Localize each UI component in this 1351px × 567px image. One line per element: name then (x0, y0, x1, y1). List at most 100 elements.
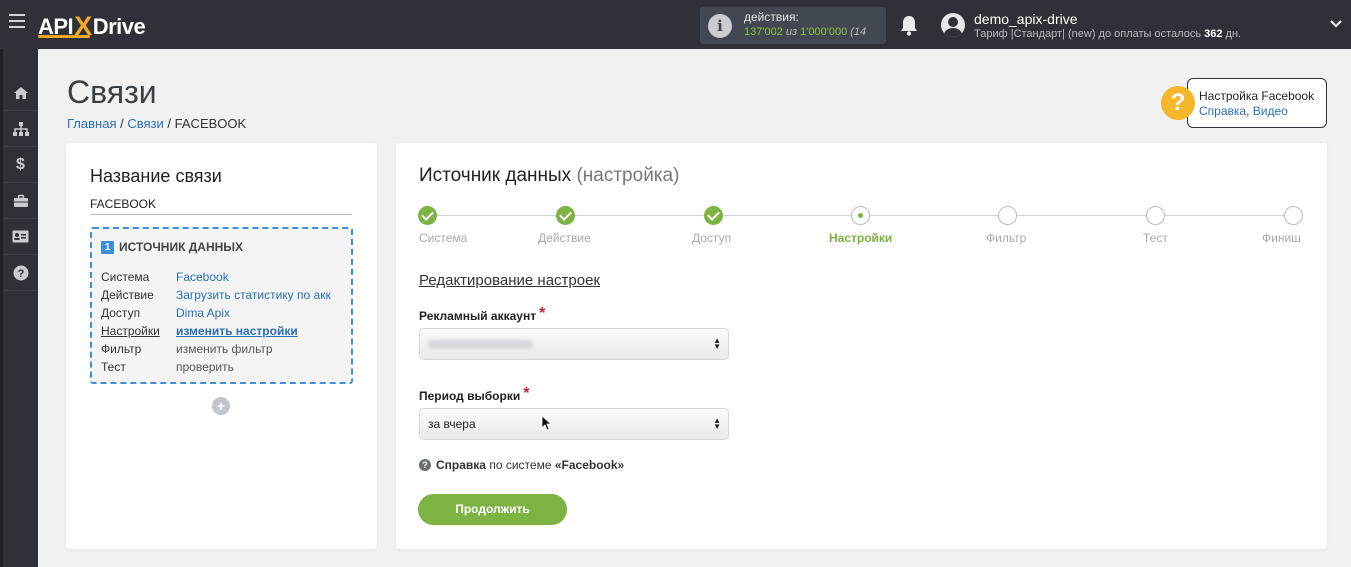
help-comma: , (1246, 104, 1250, 118)
actions-label: действия: (744, 10, 799, 24)
source-row-key: Доступ (101, 306, 141, 320)
source-row-value[interactable]: изменить настройки (176, 324, 298, 338)
step-dot-filter (998, 206, 1017, 225)
help-links: Справка, Видео (1199, 104, 1288, 118)
page-title: Связи (67, 74, 157, 110)
continue-button[interactable]: Продолжить (418, 494, 567, 525)
step-dot-access[interactable] (704, 206, 723, 225)
source-row-action: Действие Загрузить статистику по акк (101, 288, 337, 302)
select-arrows-icon: ▲ ▼ (713, 336, 721, 351)
source-row-access: Доступ Dima Apix (101, 306, 230, 320)
period-select[interactable]: за вчера ▲ ▼ (419, 408, 729, 440)
step-number-badge: 1 (101, 240, 114, 254)
chevron-down-icon[interactable] (1330, 18, 1342, 30)
source-row-key: Действие (101, 288, 154, 302)
logo-underline (38, 35, 90, 38)
blurred-value (428, 340, 533, 350)
plan-info: Тариф |Стандарт| (new) до оплаты осталос… (974, 28, 1241, 40)
breadcrumb-separator: / (167, 116, 172, 131)
breadcrumb-separator: / (120, 116, 124, 131)
svg-text:?: ? (17, 268, 24, 280)
breadcrumb-links[interactable]: Связи (127, 116, 163, 131)
step-label-filter: Фильтр (986, 231, 1027, 245)
actions-used: 137'002 (744, 26, 783, 38)
select-arrows-icon: ▲ ▼ (713, 416, 721, 431)
source-row-key: Фильтр (101, 342, 142, 356)
step-dot-test (1146, 206, 1165, 225)
plan-text: Тариф |Стандарт| (new) до оплаты осталос… (974, 28, 1202, 40)
actions-total: 1'000'000 (800, 26, 848, 38)
source-row-key: Тест (101, 360, 126, 374)
period-label: Период выборки * (419, 385, 530, 405)
breadcrumb: Главная / Связи / FACEBOOK (67, 116, 246, 131)
step-dot-system[interactable] (418, 206, 437, 225)
source-row-value[interactable]: Загрузить статистику по акк (176, 288, 331, 302)
step-label-test: Тест (1143, 231, 1168, 245)
ad-account-label: Рекламный аккаунт * (419, 305, 546, 325)
add-block-button[interactable]: + (212, 397, 230, 415)
source-row-settings: Настройки изменить настройки (101, 324, 298, 338)
connection-name-title: Название связи (90, 166, 222, 186)
help-title: Настройка Facebook (1199, 89, 1315, 103)
system-help-line: ? Справка по системе «Facebook» (419, 458, 624, 472)
help-box (1187, 78, 1327, 128)
system-help-link[interactable]: Справка (436, 458, 486, 472)
actions-extra: (14 (850, 26, 867, 38)
step-label-settings[interactable]: Настройки (829, 231, 892, 245)
source-row-value[interactable]: Facebook (176, 270, 229, 284)
top-bar: APIXDrive i действия: 137'002 из 1'000'0… (0, 0, 1351, 49)
ad-account-select[interactable]: ▲ ▼ (419, 328, 729, 360)
source-row-value[interactable]: изменить фильтр (176, 342, 273, 356)
actions-counter[interactable]: i действия: 137'002 из 1'000'000 (14 (700, 7, 886, 44)
edit-settings-title: Редактирование настроек (419, 272, 601, 289)
source-row-key: Система (101, 270, 150, 284)
ad-account-label-text: Рекламный аккаунт (419, 309, 537, 323)
user-avatar-icon[interactable] (941, 13, 965, 37)
settings-title: Источник данных (настройка) (419, 165, 679, 187)
source-row-key: Настройки (101, 324, 160, 338)
required-mark: * (523, 385, 530, 402)
connection-name-input[interactable]: FACEBOOK (90, 197, 352, 215)
help-link-video[interactable]: Видео (1253, 104, 1288, 118)
source-row-value[interactable]: проверить (176, 360, 234, 374)
source-row-value[interactable]: Dima Apix (176, 306, 230, 320)
dollar-icon[interactable]: $ (3, 147, 38, 183)
help-link-reference[interactable]: Справка (1199, 104, 1246, 118)
settings-title-sub: (настройка) (576, 165, 680, 186)
menu-icon[interactable] (9, 14, 25, 34)
source-row-system: Система Facebook (101, 270, 229, 284)
step-label-access[interactable]: Доступ (692, 231, 731, 245)
breadcrumb-current: FACEBOOK (174, 116, 247, 131)
home-icon[interactable] (3, 75, 38, 111)
help-question-icon[interactable]: ? (1161, 86, 1195, 120)
step-label-system[interactable]: Система (419, 231, 467, 245)
question-icon[interactable]: ? (3, 255, 38, 291)
bell-icon[interactable] (899, 14, 919, 36)
step-dot-settings[interactable] (851, 206, 870, 225)
plan-days: 362 (1204, 28, 1223, 40)
period-label-text: Период выборки (419, 389, 521, 403)
data-source-title: ИСТОЧНИК ДАННЫХ (119, 240, 244, 254)
step-dot-finish (1284, 206, 1303, 225)
required-mark: * (539, 305, 546, 322)
sitemap-icon[interactable] (3, 111, 38, 147)
help-circle-icon: ? (419, 459, 431, 471)
user-name[interactable]: demo_apix-drive (974, 11, 1078, 27)
actions-of: из (785, 26, 798, 38)
briefcase-icon[interactable] (3, 183, 38, 219)
data-source-heading: 1 ИСТОЧНИК ДАННЫХ (101, 240, 243, 254)
plan-days-unit: дн. (1225, 28, 1242, 40)
logo-drive: Drive (92, 14, 146, 39)
sidebar: $ ? (0, 49, 38, 567)
source-row-test: Тест проверить (101, 360, 234, 374)
step-dot-action[interactable] (556, 206, 575, 225)
breadcrumb-home[interactable]: Главная (67, 116, 116, 131)
step-label-action[interactable]: Действие (538, 231, 591, 245)
mouse-cursor-icon (541, 415, 551, 431)
id-card-icon[interactable] (3, 219, 38, 255)
info-icon: i (708, 14, 732, 38)
system-help-name: «Facebook» (554, 458, 625, 472)
logo[interactable]: APIXDrive (38, 10, 146, 41)
system-help-text: по системе (489, 458, 552, 472)
source-row-filter: Фильтр изменить фильтр (101, 342, 273, 356)
